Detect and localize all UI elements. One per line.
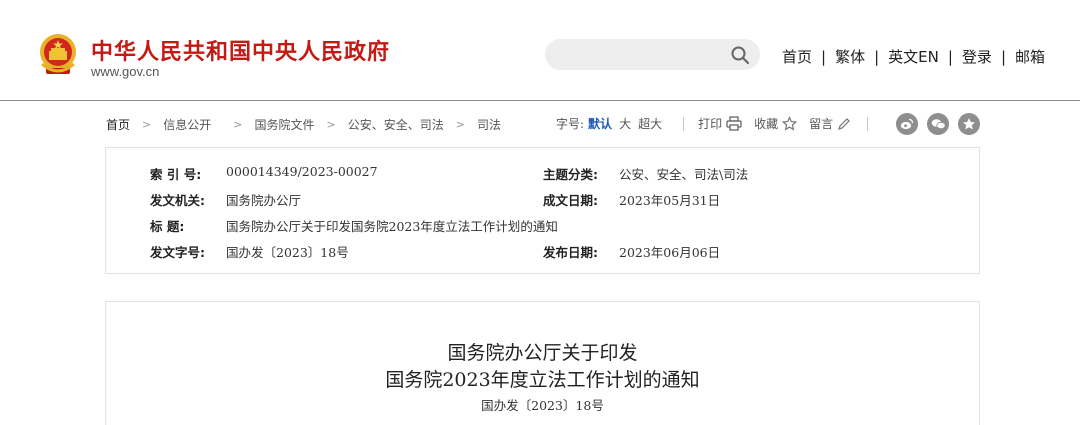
printer-icon: [726, 116, 742, 131]
wechat-share-button[interactable]: [927, 113, 949, 135]
breadcrumb-separator: >: [233, 118, 243, 131]
article-toolbar: 字号: 默认 大 超大 打印 收藏 留言: [556, 115, 882, 132]
breadcrumb-info-disclosure[interactable]: 信息公开: [163, 116, 211, 133]
site-header: 中华人民共和国中央人民政府 www.gov.cn 首页 | 繁体 | 英文EN …: [0, 0, 1080, 101]
print-label: 打印: [698, 117, 723, 131]
breadcrumb-separator: >: [326, 118, 336, 131]
nav-home[interactable]: 首页: [782, 46, 812, 67]
index-number-value: 000014349/2023-00027: [226, 164, 378, 179]
national-emblem-icon[interactable]: [38, 32, 78, 76]
document-number-value: 国办发〔2023〕18号: [226, 245, 349, 260]
breadcrumb: 首页 > 信息公开 > 国务院文件 > 公安、安全、司法 > 司法: [106, 116, 501, 133]
nav-separator: |: [874, 47, 880, 66]
font-size-extra-large[interactable]: 超大: [638, 115, 662, 132]
nav-login[interactable]: 登录: [962, 46, 992, 67]
document-title-label: 标 题:: [150, 219, 185, 234]
document-title-value: 国务院办公厅关于印发国务院2023年度立法工作计划的通知: [226, 219, 558, 234]
comment-button[interactable]: 留言: [809, 115, 851, 132]
article-document-number: 国办发〔2023〕18号: [481, 398, 604, 413]
issuing-authority-value: 国务院办公厅: [226, 193, 302, 208]
favorite-share-button[interactable]: [958, 113, 980, 135]
search-icon[interactable]: [730, 45, 750, 65]
weibo-share-button[interactable]: [896, 113, 918, 135]
toolbar-divider: [867, 116, 869, 131]
wechat-icon: [931, 119, 946, 130]
written-date-label: 成文日期:: [543, 193, 598, 208]
breadcrumb-separator: >: [455, 118, 465, 131]
favorite-button[interactable]: 收藏: [754, 115, 798, 132]
article-body: 国务院办公厅关于印发 国务院2023年度立法工作计划的通知 国办发〔2023〕1…: [105, 301, 980, 425]
site-title[interactable]: 中华人民共和国中央人民政府: [91, 34, 390, 66]
document-info-box: 索 引 号: 000014349/2023-00027 主题分类: 公安、安全、…: [105, 147, 980, 274]
nav-separator: |: [821, 47, 827, 66]
nav-english[interactable]: 英文EN: [888, 46, 939, 67]
top-navigation: 首页 | 繁体 | 英文EN | 登录 | 邮箱: [782, 46, 1045, 67]
topic-category-label: 主题分类:: [543, 167, 598, 182]
favorite-label: 收藏: [754, 117, 779, 131]
nav-mailbox[interactable]: 邮箱: [1015, 46, 1045, 67]
document-number-label: 发文字号:: [150, 245, 205, 260]
print-button[interactable]: 打印: [698, 115, 742, 132]
font-size-label: 字号:: [556, 117, 585, 131]
breadcrumb-public-security[interactable]: 公安、安全、司法: [348, 116, 444, 133]
publish-date-label: 发布日期:: [543, 245, 598, 260]
site-url[interactable]: www.gov.cn: [91, 64, 159, 79]
topic-category-value: 公安、安全、司法\司法: [619, 167, 749, 182]
search-input[interactable]: [545, 39, 760, 70]
weibo-icon: [900, 118, 914, 130]
article-title-line-1: 国务院办公厅关于印发: [447, 342, 638, 364]
pen-icon: [838, 117, 850, 130]
breadcrumb-separator: >: [142, 118, 152, 131]
nav-separator: |: [947, 47, 953, 66]
index-number-label: 索 引 号:: [150, 167, 202, 182]
written-date-value: 2023年05月31日: [619, 193, 721, 208]
article-title-line-2: 国务院2023年度立法工作计划的通知: [385, 369, 700, 391]
nav-separator: |: [1000, 47, 1006, 66]
toolbar-divider: [683, 116, 685, 131]
breadcrumb-home[interactable]: 首页: [106, 116, 130, 133]
issuing-authority-label: 发文机关:: [150, 193, 205, 208]
publish-date-value: 2023年06月06日: [619, 245, 721, 260]
comment-label: 留言: [809, 117, 834, 131]
nav-traditional-chinese[interactable]: 繁体: [835, 46, 865, 67]
breadcrumb-state-council-docs[interactable]: 国务院文件: [254, 116, 314, 133]
font-size-large[interactable]: 大: [619, 115, 631, 132]
favorite-star-icon: [963, 118, 975, 130]
star-icon: [782, 116, 798, 131]
font-size-default[interactable]: 默认: [588, 115, 612, 132]
breadcrumb-judiciary[interactable]: 司法: [477, 116, 501, 133]
